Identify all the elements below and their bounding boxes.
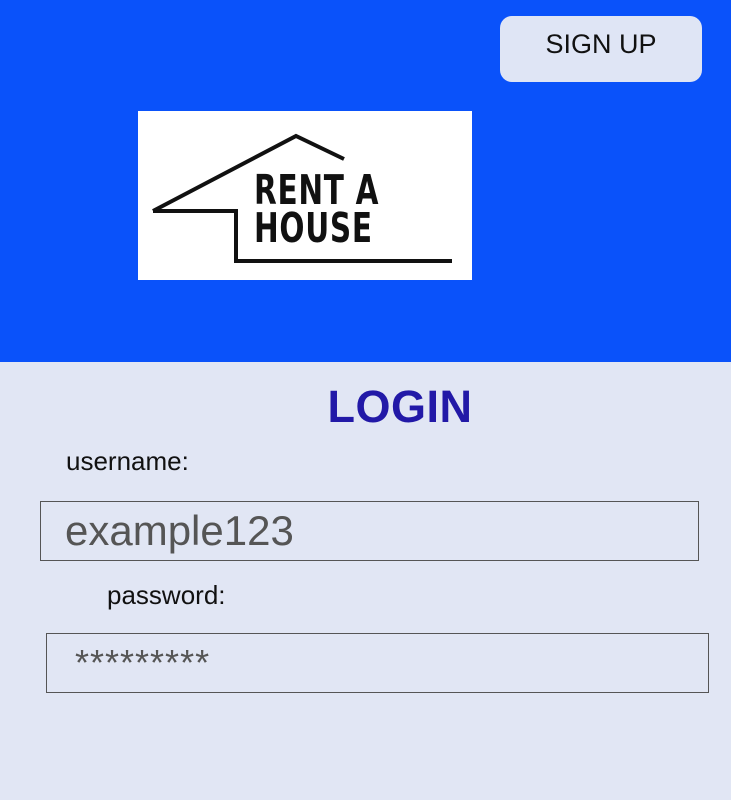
logo-wordmark: RENT A HOUSE [254,170,378,252]
username-label: username: [66,446,189,476]
password-label: password: [107,580,226,610]
header-bar: SIGN UP RENT A HOUSE [0,0,731,362]
login-heading: LOGIN [327,381,473,432]
sign-up-button[interactable]: SIGN UP [500,16,702,82]
password-field[interactable]: ********* [46,633,709,693]
logo-line-2: HOUSE [254,204,373,252]
username-field[interactable]: example123 [40,501,699,561]
